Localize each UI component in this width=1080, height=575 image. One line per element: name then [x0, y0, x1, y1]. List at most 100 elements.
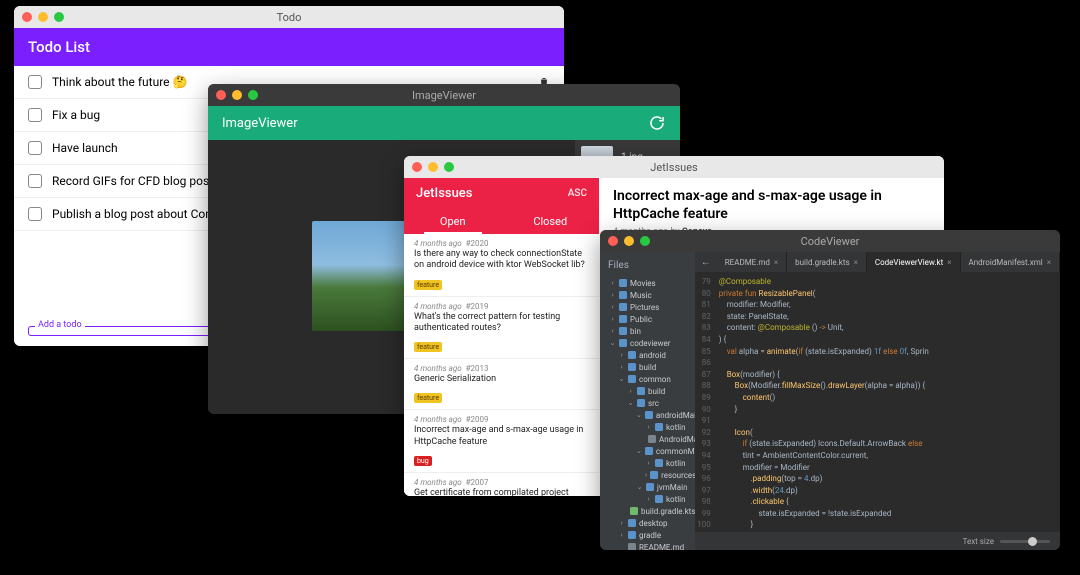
- maximize-icon[interactable]: [54, 12, 64, 22]
- close-icon[interactable]: ×: [854, 258, 858, 267]
- minimize-icon[interactable]: [624, 236, 634, 246]
- code-line[interactable]: 86: [695, 357, 1060, 369]
- editor-tab[interactable]: build.gradle.kts×: [787, 252, 867, 272]
- close-icon[interactable]: ×: [947, 258, 951, 267]
- chevron-icon[interactable]: ⌄: [618, 375, 625, 383]
- close-icon[interactable]: [608, 236, 618, 246]
- code-line[interactable]: 80private fun ResizablePanel(: [695, 288, 1060, 300]
- issue-item[interactable]: 4 months ago #2020Is there any way to ch…: [404, 234, 599, 297]
- code-line[interactable]: 83 content: @Composable () -> Unit,: [695, 322, 1060, 334]
- tree-node[interactable]: ›build: [600, 361, 695, 373]
- file-tree[interactable]: Files ›Movies›Music›Pictures›Public›bin⌄…: [600, 252, 695, 550]
- close-icon[interactable]: [412, 162, 422, 172]
- code-line[interactable]: 93 if (state.isExpanded) Icons.Default.A…: [695, 438, 1060, 450]
- tree-node[interactable]: ›gradle: [600, 529, 695, 541]
- code-line[interactable]: 96 .padding(top = 4.dp): [695, 473, 1060, 485]
- chevron-icon[interactable]: ⌄: [636, 411, 642, 419]
- chevron-icon[interactable]: ›: [609, 315, 616, 323]
- chevron-icon[interactable]: ›: [618, 531, 625, 539]
- issue-item[interactable]: 4 months ago #2009Incorrect max-age and …: [404, 410, 599, 473]
- code-line[interactable]: 82 state: PanelState,: [695, 311, 1060, 323]
- issue-item[interactable]: 4 months ago #2007Get certificate from c…: [404, 473, 599, 496]
- code-area[interactable]: 79@Composable80private fun ResizablePane…: [695, 272, 1060, 532]
- chevron-icon[interactable]: ›: [645, 495, 652, 503]
- checkbox-icon[interactable]: [28, 108, 42, 122]
- chevron-icon[interactable]: ›: [609, 291, 616, 299]
- slider-thumb[interactable]: [1028, 537, 1037, 546]
- tree-node[interactable]: ⌄common: [600, 373, 695, 385]
- code-line[interactable]: 100 }: [695, 519, 1060, 531]
- tab-open[interactable]: Open: [404, 209, 502, 234]
- chevron-icon[interactable]: ›: [609, 303, 616, 311]
- refresh-icon[interactable]: [648, 114, 666, 132]
- code-line[interactable]: 94 tint = AmbientContentColor.current,: [695, 450, 1060, 462]
- chevron-icon[interactable]: ⌄: [627, 399, 634, 407]
- chevron-icon[interactable]: ⌄: [636, 483, 643, 491]
- code-line[interactable]: 95 modifier = Modifier: [695, 462, 1060, 474]
- editor-tab[interactable]: AndroidManifest.xml×: [961, 252, 1061, 272]
- tree-node[interactable]: ›kotlin: [600, 421, 695, 433]
- tree-node[interactable]: build.gradle.kts: [600, 505, 695, 517]
- issue-item[interactable]: 4 months ago #2013Generic Serializationf…: [404, 359, 599, 410]
- tree-node[interactable]: ›Music: [600, 289, 695, 301]
- chevron-icon[interactable]: ›: [618, 519, 625, 527]
- checkbox-icon[interactable]: [28, 75, 42, 89]
- checkbox-icon[interactable]: [28, 174, 42, 188]
- minimize-icon[interactable]: [428, 162, 438, 172]
- tab-closed[interactable]: Closed: [502, 209, 600, 234]
- code-line[interactable]: 98 .clickable {: [695, 496, 1060, 508]
- tree-node[interactable]: README.md: [600, 541, 695, 550]
- tree-node[interactable]: ›kotlin: [600, 493, 695, 505]
- tree-node[interactable]: ›android: [600, 349, 695, 361]
- titlebar[interactable]: CodeViewer: [600, 230, 1060, 252]
- tree-node[interactable]: ›resources: [600, 469, 695, 481]
- tree-node[interactable]: ›Pictures: [600, 301, 695, 313]
- chevron-icon[interactable]: ›: [627, 387, 634, 395]
- tree-node[interactable]: ⌄codeviewer: [600, 337, 695, 349]
- titlebar[interactable]: JetIssues: [404, 156, 944, 178]
- code-line[interactable]: 85 val alpha = animate(if (state.isExpan…: [695, 346, 1060, 358]
- chevron-icon[interactable]: ›: [645, 423, 652, 431]
- maximize-icon[interactable]: [640, 236, 650, 246]
- code-line[interactable]: 99 state.isExpanded = !state.isExpanded: [695, 508, 1060, 520]
- minimize-icon[interactable]: [232, 90, 242, 100]
- code-line[interactable]: 91: [695, 415, 1060, 427]
- tree-node[interactable]: ⌄jvmMain: [600, 481, 695, 493]
- chevron-icon[interactable]: ⌄: [609, 339, 616, 347]
- code-line[interactable]: 81 modifier: Modifier,: [695, 299, 1060, 311]
- tree-node[interactable]: AndroidManifest.xml: [600, 433, 695, 445]
- issues-list[interactable]: 4 months ago #2020Is there any way to ch…: [404, 234, 599, 496]
- sort-button[interactable]: ASC: [568, 188, 587, 199]
- tree-node[interactable]: ›build: [600, 385, 695, 397]
- checkbox-icon[interactable]: [28, 207, 42, 221]
- code-line[interactable]: 97 .width(24.dp): [695, 485, 1060, 497]
- tree-node[interactable]: ›bin: [600, 325, 695, 337]
- tree-node[interactable]: ›desktop: [600, 517, 695, 529]
- code-line[interactable]: 88 Box(Modifier.fillMaxSize().drawLayer(…: [695, 380, 1060, 392]
- chevron-icon[interactable]: ⌄: [636, 447, 642, 455]
- tree-node[interactable]: ›Public: [600, 313, 695, 325]
- tree-node[interactable]: ›kotlin: [600, 457, 695, 469]
- code-line[interactable]: 79@Composable: [695, 276, 1060, 288]
- code-line[interactable]: 84) {: [695, 334, 1060, 346]
- tree-node[interactable]: ⌄commonMain: [600, 445, 695, 457]
- close-icon[interactable]: ×: [1047, 258, 1051, 267]
- code-line[interactable]: 87 Box(modifier) {: [695, 369, 1060, 381]
- editor-tab[interactable]: CodeViewerView.kt×: [867, 252, 961, 272]
- chevron-icon[interactable]: ›: [618, 363, 625, 371]
- code-line[interactable]: 90 }: [695, 404, 1060, 416]
- chevron-icon[interactable]: ›: [609, 279, 616, 287]
- code-line[interactable]: 92 Icon(: [695, 427, 1060, 439]
- chevron-icon[interactable]: ›: [645, 471, 647, 479]
- editor-tab[interactable]: README.md×: [717, 252, 787, 272]
- titlebar[interactable]: Todo: [14, 6, 564, 28]
- text-size-slider[interactable]: [1000, 540, 1050, 543]
- close-icon[interactable]: [216, 90, 226, 100]
- issue-item[interactable]: 4 months ago #2019What's the correct pat…: [404, 297, 599, 360]
- maximize-icon[interactable]: [444, 162, 454, 172]
- maximize-icon[interactable]: [248, 90, 258, 100]
- tree-node[interactable]: ⌄androidMain: [600, 409, 695, 421]
- code-line[interactable]: 89 content(): [695, 392, 1060, 404]
- titlebar[interactable]: ImageViewer: [208, 84, 680, 106]
- minimize-icon[interactable]: [38, 12, 48, 22]
